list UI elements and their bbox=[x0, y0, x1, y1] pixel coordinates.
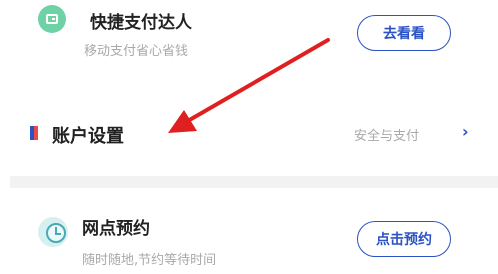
alarm-clock-icon bbox=[38, 213, 72, 247]
account-settings-hint: 安全与支付 bbox=[354, 129, 420, 144]
section-divider bbox=[10, 176, 498, 188]
wallet-icon bbox=[38, 5, 66, 33]
account-settings-row[interactable]: 账户设置 安全与支付 › bbox=[0, 112, 498, 156]
go-see-button[interactable]: 去看看 bbox=[357, 15, 451, 51]
quick-pay-title: 快捷支付达人 bbox=[90, 13, 192, 33]
flag-icon bbox=[30, 126, 38, 140]
branch-booking-title: 网点预约 bbox=[82, 219, 150, 239]
branch-booking-row: 网点预约 随时随地,节约等待时间 点击预约 bbox=[0, 205, 498, 274]
quick-pay-row: 快捷支付达人 移动支付省心省钱 去看看 bbox=[0, 0, 498, 80]
account-settings-title: 账户设置 bbox=[52, 126, 124, 147]
branch-booking-subtitle: 随时随地,节约等待时间 bbox=[82, 253, 217, 268]
quick-pay-subtitle: 移动支付省心省钱 bbox=[84, 44, 189, 59]
book-now-button[interactable]: 点击预约 bbox=[357, 221, 451, 257]
chevron-right-icon[interactable]: › bbox=[462, 122, 469, 141]
